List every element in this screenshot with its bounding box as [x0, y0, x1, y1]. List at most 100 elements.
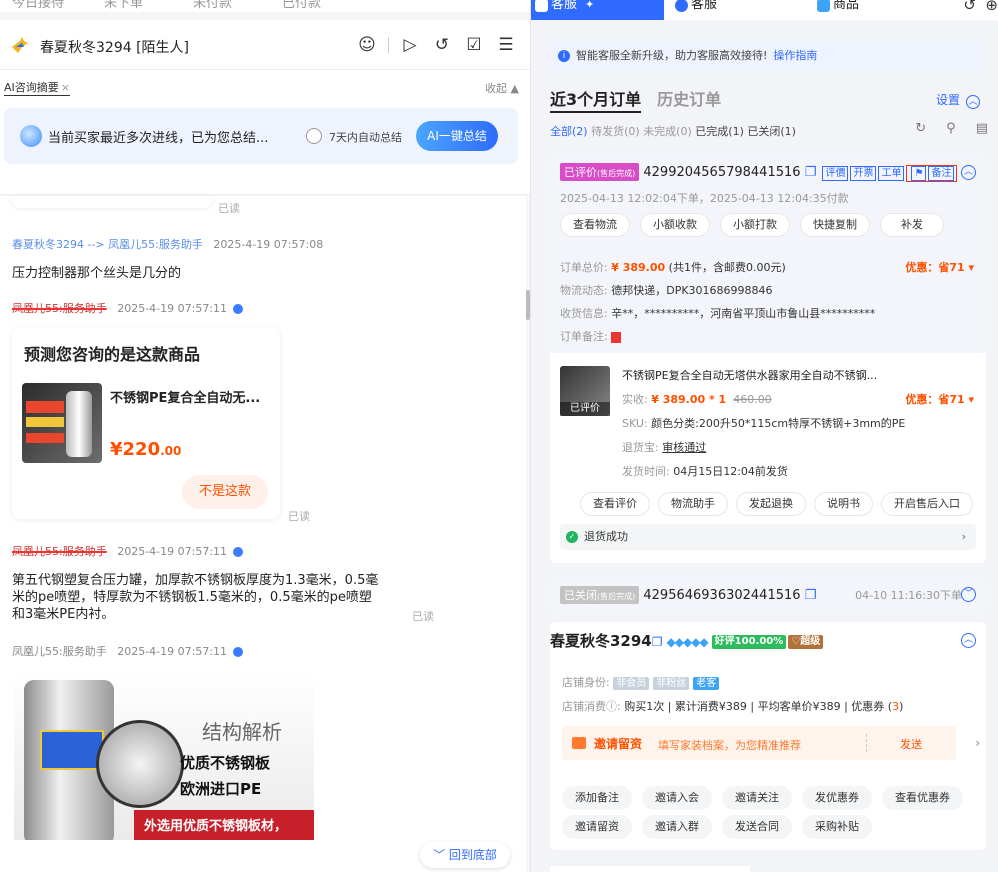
customer-name-row: 春夏秋冬3294❐ ◆◆◆◆◆ 好评100.00% ♡超级	[550, 630, 824, 651]
tag-review[interactable]: 评價	[822, 166, 849, 181]
manual-button[interactable]: 说明书	[814, 492, 873, 516]
settings-button[interactable]: 设置 ︿	[936, 91, 980, 109]
customer-name: 春夏秋冬3294 [陌生人]	[40, 40, 190, 56]
invite-member-button[interactable]: 邀请入会	[642, 786, 712, 810]
auto-summary-checkbox[interactable]	[306, 128, 322, 144]
scrollbar[interactable]	[526, 290, 530, 320]
order-number[interactable]: 4299204565798441516	[643, 165, 800, 180]
tab-paid[interactable]: 已付款	[282, 0, 321, 11]
view-coupons-button[interactable]: 查看优惠券	[882, 786, 963, 810]
tag-old-customer: 老客	[693, 677, 720, 690]
robot-icon[interactable]: ☺	[356, 34, 378, 56]
tab-service-pinned[interactable]: 客服 ✦	[531, 0, 664, 20]
status-badge: 已评价(售后完成)	[560, 163, 640, 181]
checklist-icon[interactable]: ☑	[463, 34, 485, 56]
scroll-to-bottom-button[interactable]: ﹀ 回到底部	[420, 842, 510, 868]
after-sale-entry-button[interactable]: 开启售后入口	[881, 492, 973, 516]
order-product-title[interactable]: 不锈钢PE复合全自动无塔供水器家用全自动不锈钢...	[622, 367, 877, 383]
send-coupon-button[interactable]: 发优惠券	[802, 786, 872, 810]
filter-pending-ship[interactable]: 待发货(0)	[591, 125, 640, 138]
guide-link[interactable]: 操作指南	[773, 49, 817, 62]
send-contract-button[interactable]: 发送合同	[722, 815, 792, 839]
chevron-right-icon[interactable]: ›	[975, 736, 980, 750]
add-remark-button[interactable]: 添加备注	[562, 786, 632, 810]
history-icon[interactable]: ↺	[431, 34, 453, 56]
bot-icon	[233, 304, 244, 314]
service-icon	[535, 0, 548, 12]
menu-icon[interactable]: ☰	[495, 34, 517, 56]
order-number-row: 已评价(售后完成) 4299204565798441516 ❐ 评價 开票 工单 ⚑ 备…	[560, 163, 958, 182]
tab-history-orders[interactable]: 历史订单	[657, 90, 721, 109]
service-message-line: 和3毫米PE内衬。	[12, 607, 115, 622]
tab-not-ordered[interactable]: 未下单	[104, 0, 143, 11]
chevron-up-icon[interactable]: ︿	[961, 633, 976, 648]
quick-copy-button[interactable]: 快捷复制	[800, 213, 870, 237]
copy-icon[interactable]: ❐	[805, 165, 817, 180]
refund-status-row[interactable]: ✓ 退货成功 ›	[560, 524, 976, 550]
message-list: 已读 春夏秋冬3294 --> 凤凰儿55:服务助手 2025-4-19 07:…	[0, 196, 526, 872]
tab-service[interactable]: 客服	[671, 0, 717, 20]
initiate-return-button[interactable]: 发起退换	[736, 492, 806, 516]
copy-icon[interactable]: ❐	[652, 635, 663, 649]
tab-recent-orders[interactable]: 近3个月订单	[550, 90, 642, 113]
invite-info-banner[interactable]: 邀请留资 填写家装档案，为您精准推荐 发送	[562, 726, 956, 760]
refresh-icon[interactable]: ↻	[915, 121, 926, 136]
actual-received: 实收: ¥ 389.00 * 1 460.00	[622, 393, 772, 406]
chevron-down-icon[interactable]: ﹀	[961, 587, 976, 602]
small-collect-button[interactable]: 小额收款	[640, 213, 710, 237]
close-icon[interactable]: ×	[61, 81, 70, 94]
product-thumbnail[interactable]	[22, 383, 102, 463]
invite-group-button[interactable]: 邀请入群	[642, 815, 712, 839]
tag-remark[interactable]: ⚑ 备注	[906, 165, 958, 182]
image-caption: 结构解析	[202, 720, 282, 744]
filter-all[interactable]: 全部(2)	[550, 125, 588, 138]
search-icon[interactable]: ⚲	[946, 121, 956, 136]
invite-follow-button[interactable]: 邀请关注	[722, 786, 792, 810]
view-logistics-button[interactable]: 查看物流	[560, 213, 630, 237]
chevron-right-icon[interactable]: ›	[962, 524, 966, 550]
success-icon: ✓	[566, 531, 578, 543]
ai-summary-tab[interactable]: AI咨询摘要 ×	[4, 79, 70, 96]
not-this-button[interactable]: 不是这款	[182, 475, 268, 509]
chevron-up-icon[interactable]: ︿	[966, 95, 980, 109]
purchase-subsidy-button[interactable]: 采购补贴	[802, 815, 872, 839]
send-invite-button[interactable]: 发送	[900, 736, 922, 752]
tag-ticket[interactable]: 工单	[878, 166, 905, 181]
small-pay-button[interactable]: 小额打款	[720, 213, 790, 237]
flag-icon[interactable]	[611, 331, 622, 343]
filter-closed[interactable]: 已关闭(1)	[747, 125, 796, 138]
collapse-button[interactable]: 收起 ▲	[485, 80, 519, 96]
tag-invoice[interactable]: 开票	[850, 166, 877, 181]
logistics-helper-button[interactable]: 物流助手	[658, 492, 728, 516]
tab-product[interactable]: 商品	[813, 0, 859, 20]
product-structure-image[interactable]: 结构解析 优质不锈钢板 欧洲进口PE 外选用优质不锈钢板材，	[14, 670, 314, 840]
add-icon[interactable]: ⊕	[985, 0, 998, 14]
tab-today[interactable]: 今日接待	[12, 0, 64, 11]
filter-done[interactable]: 已完成(1)	[695, 125, 744, 138]
video-icon[interactable]: ▷	[399, 34, 421, 56]
refresh-icon[interactable]: ↺	[963, 0, 976, 14]
message-meta: 凤凰儿55:服务助手 2025-4-19 07:57:11	[12, 543, 244, 559]
pin-icon[interactable]: ✦	[585, 0, 594, 11]
message-meta: 凤凰儿55:服务助手 2025-4-19 07:57:11	[12, 300, 244, 316]
order-time: 2025-04-13 12:02:04下单，2025-04-13 12:04:3…	[560, 192, 849, 205]
product-icon	[817, 0, 830, 12]
product-name[interactable]: 不锈钢PE复合全自动无...	[110, 387, 260, 406]
ai-summary-message: 当前买家最近多次进线，已为您总结...	[48, 131, 269, 146]
order-number[interactable]: 4295646936302441516	[643, 588, 800, 603]
invite-info-button[interactable]: 邀请留资	[562, 815, 632, 839]
ai-summarize-button[interactable]: AI一键总结	[416, 121, 498, 151]
image-caption: 优质不锈钢板	[180, 754, 271, 772]
copy-icon[interactable]: ❐	[805, 588, 817, 603]
order-product-thumbnail[interactable]: 已评价	[560, 366, 610, 416]
product-discount[interactable]: 优惠：省71 ▾	[905, 391, 974, 407]
reship-button[interactable]: 补发	[880, 213, 944, 237]
document-icon[interactable]: ▤	[976, 121, 988, 136]
order-summary	[550, 153, 986, 353]
filter-unfinished[interactable]: 未完成(0)	[643, 125, 692, 138]
view-review-button[interactable]: 查看评价	[580, 492, 650, 516]
upgrade-notice: i 智能客服全新升级，助力客服高效接待! 操作指南	[548, 40, 986, 72]
tab-unpaid[interactable]: 未付款	[193, 0, 232, 11]
order-discount[interactable]: 优惠：省71 ▾	[905, 259, 974, 275]
chevron-up-icon[interactable]: ︿	[961, 165, 976, 180]
